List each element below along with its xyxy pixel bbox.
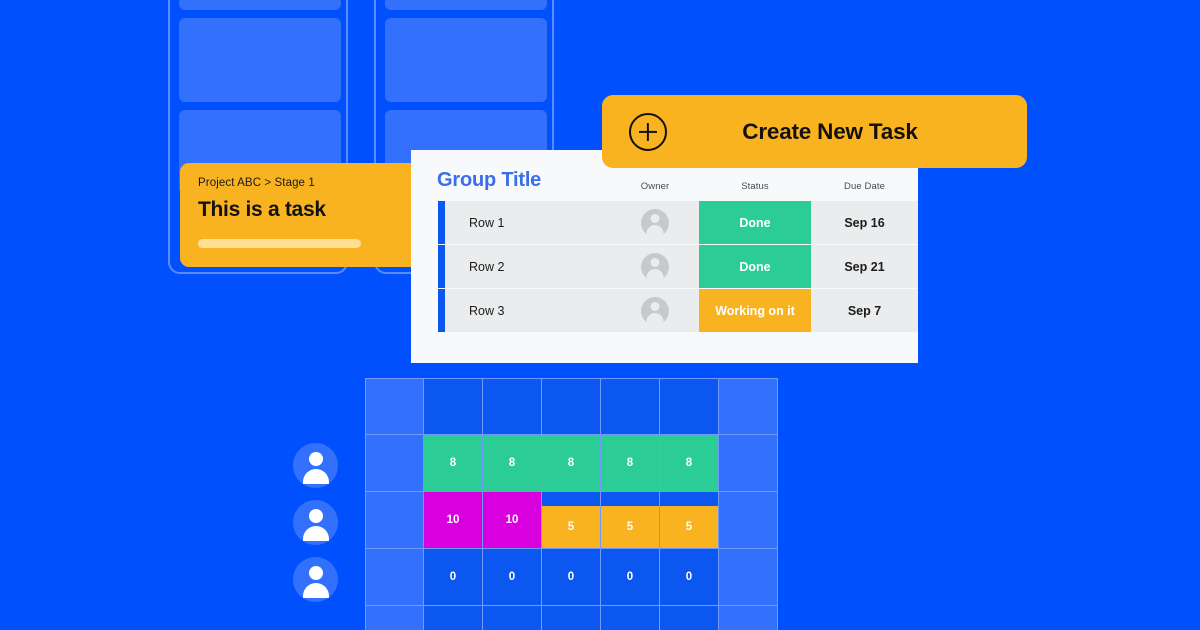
heatmap-cell-value: 8 bbox=[483, 435, 541, 491]
heatmap-cell-value: 5 bbox=[601, 506, 659, 548]
heatmap-row bbox=[365, 378, 780, 435]
row-color-indicator bbox=[438, 201, 445, 244]
heatmap-cell[interactable] bbox=[365, 492, 424, 549]
heatmap-cell-value: 0 bbox=[508, 571, 516, 583]
person-avatar-icon[interactable] bbox=[293, 557, 338, 602]
heatmap-cell[interactable] bbox=[719, 435, 778, 492]
heatmap-cell[interactable]: 8 bbox=[542, 435, 601, 492]
heatmap-cell[interactable] bbox=[542, 378, 601, 435]
progress-bar bbox=[198, 239, 361, 248]
table-row[interactable]: Row 3 Working on it Sep 7 bbox=[411, 289, 918, 332]
status-badge[interactable]: Done bbox=[699, 245, 811, 288]
person-avatar-icon[interactable] bbox=[641, 252, 669, 281]
row-color-indicator bbox=[438, 245, 445, 288]
row-owner-cell[interactable] bbox=[611, 201, 699, 244]
create-new-task-button[interactable]: Create New Task bbox=[602, 95, 1027, 168]
row-color-indicator bbox=[438, 289, 445, 332]
heatmap-cell[interactable] bbox=[719, 549, 778, 606]
heatmap-cell[interactable]: 0 bbox=[424, 549, 483, 606]
kanban-card[interactable] bbox=[385, 0, 547, 10]
row-name[interactable]: Row 3 bbox=[445, 289, 611, 332]
heatmap-cell[interactable] bbox=[601, 378, 660, 435]
heatmap-cell[interactable]: 5 bbox=[601, 492, 660, 549]
heatmap-cell[interactable] bbox=[365, 378, 424, 435]
heatmap-cell-value: 5 bbox=[660, 506, 718, 548]
heatmap-cell-value: 10 bbox=[483, 492, 541, 548]
heatmap-cell[interactable]: 5 bbox=[542, 492, 601, 549]
heatmap-cell[interactable] bbox=[660, 378, 719, 435]
group-title[interactable]: Group Title bbox=[411, 169, 611, 192]
heatmap-cell[interactable]: 8 bbox=[660, 435, 719, 492]
heatmap-cell-value: 0 bbox=[449, 571, 457, 583]
due-date-cell[interactable]: Sep 16 bbox=[811, 201, 918, 244]
heatmap-cell-value: 8 bbox=[660, 435, 718, 491]
kanban-card[interactable] bbox=[179, 18, 341, 102]
heatmap-cell[interactable]: 0 bbox=[483, 549, 542, 606]
heatmap-cell[interactable]: 8 bbox=[601, 435, 660, 492]
heatmap-cell-value: 5 bbox=[542, 506, 600, 548]
canvas: Project ABC > Stage 1 This is a task Cre… bbox=[0, 0, 1200, 630]
plus-circle-icon bbox=[629, 112, 667, 151]
column-header-owner[interactable]: Owner bbox=[611, 181, 699, 192]
heatmap-cell[interactable]: 10 bbox=[483, 492, 542, 549]
heatmap-cell-value: 0 bbox=[626, 571, 634, 583]
heatmap-cell[interactable]: 0 bbox=[542, 549, 601, 606]
row-name[interactable]: Row 2 bbox=[445, 245, 611, 288]
heatmap-cell[interactable] bbox=[601, 606, 660, 630]
heatmap-cell[interactable] bbox=[719, 606, 778, 630]
table-row[interactable]: Row 2 Done Sep 21 bbox=[411, 245, 918, 288]
person-avatar-icon[interactable] bbox=[641, 296, 669, 325]
column-header-status[interactable]: Status bbox=[699, 181, 811, 192]
workload-heatmap-grid: 8 8 8 8 8 10 10 5 5 5 0 0 0 0 0 bbox=[365, 378, 780, 630]
person-avatar-icon[interactable] bbox=[293, 500, 338, 545]
column-header-duedate[interactable]: Due Date bbox=[811, 181, 918, 192]
due-date-cell[interactable]: Sep 7 bbox=[811, 289, 918, 332]
heatmap-cell[interactable] bbox=[365, 606, 424, 630]
heatmap-row bbox=[365, 606, 780, 630]
heatmap-cell[interactable]: 8 bbox=[483, 435, 542, 492]
row-owner-cell[interactable] bbox=[611, 289, 699, 332]
heatmap-cell[interactable] bbox=[365, 435, 424, 492]
heatmap-row: 10 10 5 5 5 bbox=[365, 492, 780, 549]
heatmap-cell[interactable]: 0 bbox=[660, 549, 719, 606]
due-date-cell[interactable]: Sep 21 bbox=[811, 245, 918, 288]
heatmap-cell-value: 8 bbox=[601, 435, 659, 491]
kanban-card[interactable] bbox=[385, 18, 547, 102]
heatmap-cell[interactable]: 10 bbox=[424, 492, 483, 549]
status-badge[interactable]: Done bbox=[699, 201, 811, 244]
person-avatar-icon[interactable] bbox=[293, 443, 338, 488]
heatmap-cell[interactable] bbox=[719, 492, 778, 549]
heatmap-cell-value: 10 bbox=[424, 492, 482, 548]
breadcrumb: Project ABC > Stage 1 bbox=[198, 177, 315, 189]
heatmap-row: 88888 bbox=[365, 435, 780, 492]
heatmap-row: 0 0 0 0 0 bbox=[365, 549, 780, 606]
heatmap-cell[interactable] bbox=[483, 378, 542, 435]
heatmap-cell[interactable] bbox=[660, 606, 719, 630]
heatmap-cell[interactable] bbox=[542, 606, 601, 630]
heatmap-cell-value: 0 bbox=[685, 571, 693, 583]
task-title: This is a task bbox=[198, 198, 326, 221]
heatmap-cell[interactable] bbox=[365, 549, 424, 606]
create-new-task-label: Create New Task bbox=[742, 118, 918, 144]
heatmap-cell[interactable] bbox=[483, 606, 542, 630]
group-table-panel: Group Title Owner Status Due Date Row 1 … bbox=[411, 150, 918, 363]
heatmap-cell[interactable] bbox=[424, 606, 483, 630]
heatmap-cell[interactable]: 0 bbox=[601, 549, 660, 606]
heatmap-cell-value: 8 bbox=[424, 435, 482, 491]
kanban-card[interactable] bbox=[179, 0, 341, 10]
heatmap-cell[interactable]: 5 bbox=[660, 492, 719, 549]
heatmap-cell[interactable]: 8 bbox=[424, 435, 483, 492]
heatmap-cell-value: 8 bbox=[542, 435, 600, 491]
heatmap-cell[interactable] bbox=[424, 378, 483, 435]
table-row[interactable]: Row 1 Done Sep 16 bbox=[411, 201, 918, 244]
status-badge[interactable]: Working on it bbox=[699, 289, 811, 332]
row-owner-cell[interactable] bbox=[611, 245, 699, 288]
row-name[interactable]: Row 1 bbox=[445, 201, 611, 244]
heatmap-cell[interactable] bbox=[719, 378, 778, 435]
heatmap-cell-value: 0 bbox=[567, 571, 575, 583]
person-avatar-icon[interactable] bbox=[641, 208, 669, 237]
